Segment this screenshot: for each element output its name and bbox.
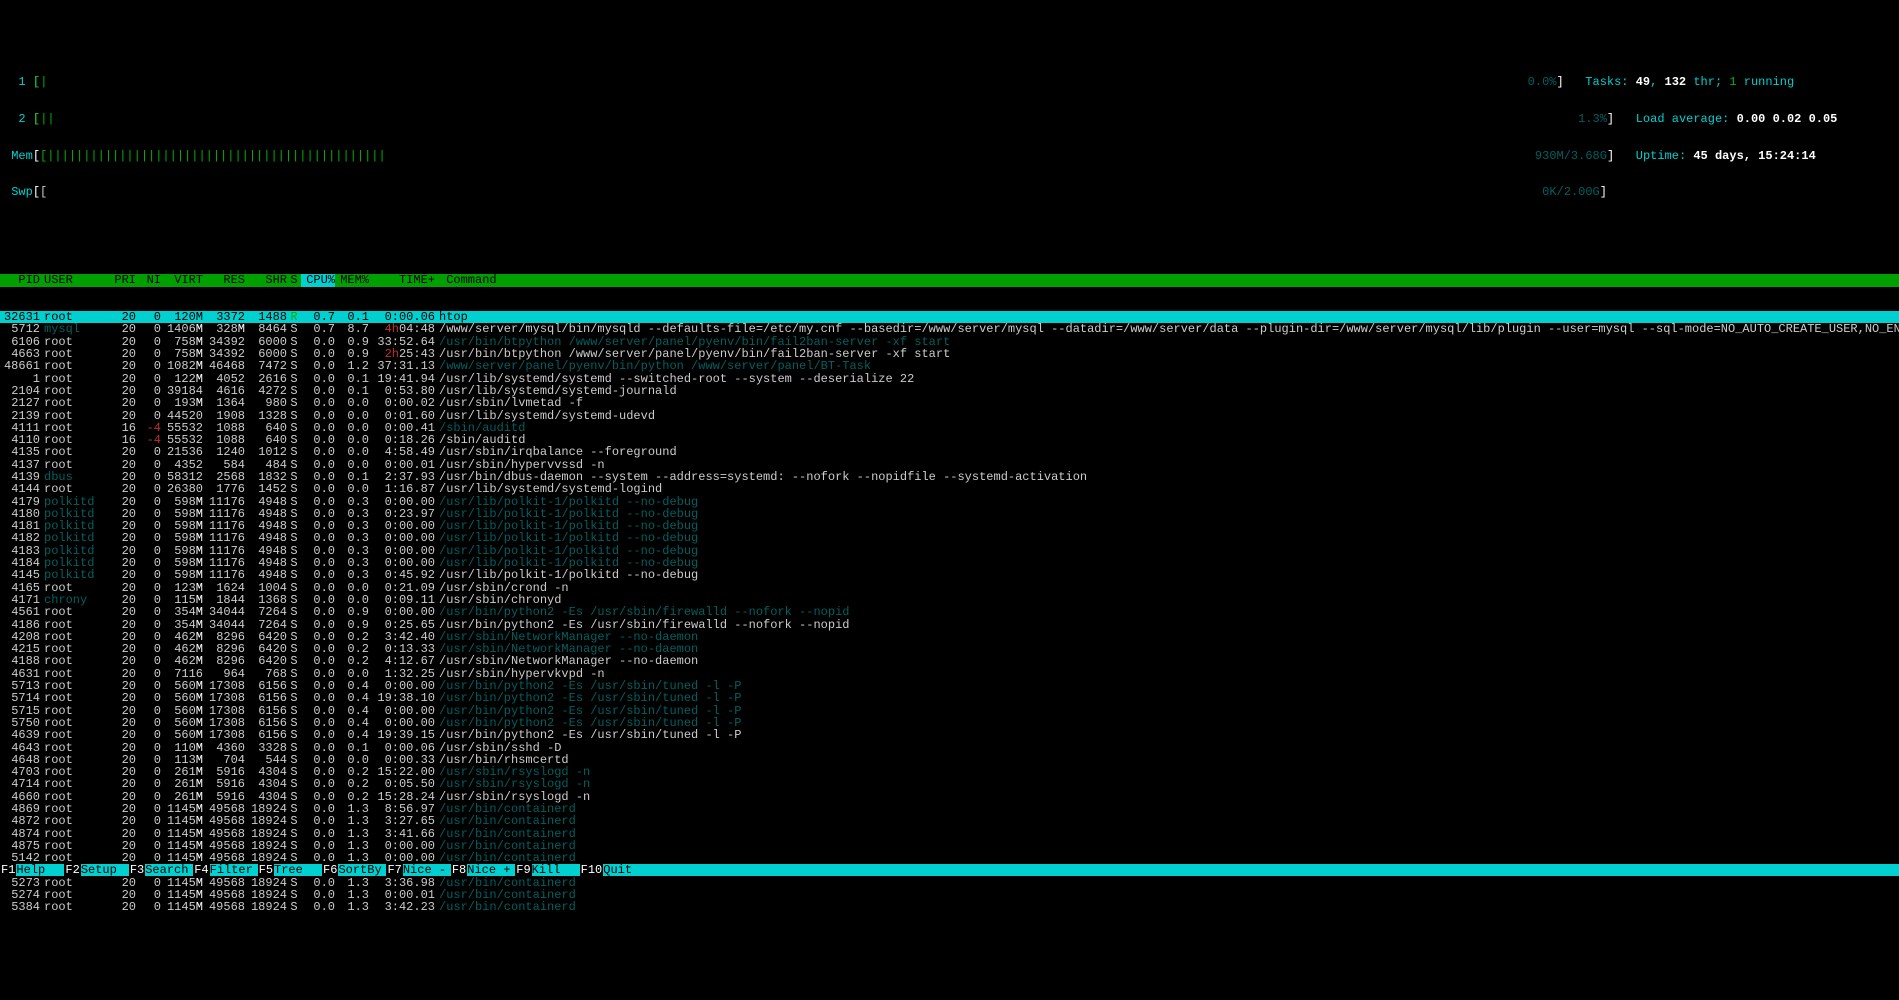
- fkey-f7[interactable]: F7: [386, 864, 402, 876]
- fkey-label[interactable]: Kill: [532, 864, 580, 876]
- fkey-f1[interactable]: F1: [0, 864, 16, 876]
- fkey-f2[interactable]: F2: [64, 864, 80, 876]
- process-row[interactable]: 4639root200560M173086156S0.00.419:39.15/…: [0, 729, 1899, 741]
- col-command[interactable]: Command: [435, 274, 1899, 286]
- col-mem[interactable]: MEM%: [335, 274, 369, 286]
- process-row[interactable]: 4188root200462M82966420S0.00.24:12.67/us…: [0, 655, 1899, 667]
- process-row[interactable]: 5714root200560M173086156S0.00.419:38.10/…: [0, 692, 1899, 704]
- process-row[interactable]: 4135root2002153612401012S0.00.04:58.49/u…: [0, 446, 1899, 458]
- process-row[interactable]: 4643root200110M43603328S0.00.10:00.06/us…: [0, 742, 1899, 754]
- mem-label: Mem: [4, 150, 33, 162]
- swp-label: Swp: [4, 186, 33, 198]
- process-row[interactable]: 4144root2002638017761452S0.00.01:16.87/u…: [0, 483, 1899, 495]
- fkey-f9[interactable]: F9: [515, 864, 531, 876]
- process-row[interactable]: 4872root2001145M4956818924S0.01.33:27.65…: [0, 815, 1899, 827]
- fkey-f4[interactable]: F4: [193, 864, 209, 876]
- fkey-label[interactable]: Nice +: [467, 864, 515, 876]
- fkey-label[interactable]: Tree: [274, 864, 322, 876]
- cpu2-label: 2: [4, 113, 33, 125]
- process-row[interactable]: 4186root200354M340447264S0.00.90:25.65/u…: [0, 619, 1899, 631]
- col-ni[interactable]: NI: [136, 274, 161, 286]
- fkey-f10[interactable]: F10: [580, 864, 604, 876]
- process-row[interactable]: 48661root2001082M464687472S0.01.237:31.1…: [0, 360, 1899, 372]
- column-header[interactable]: PID USER PRI NI VIRT RES SHR S CPU% MEM%…: [0, 274, 1899, 286]
- col-pid[interactable]: PID: [0, 274, 40, 286]
- col-cpu[interactable]: CPU%: [301, 274, 335, 286]
- process-row[interactable]: 5273root2001145M4956818924S0.01.33:36.98…: [0, 877, 1899, 889]
- fkey-f8[interactable]: F8: [451, 864, 467, 876]
- process-row[interactable]: 4714root200261M59164304S0.00.20:05.50/us…: [0, 778, 1899, 790]
- fkey-f6[interactable]: F6: [322, 864, 338, 876]
- process-table[interactable]: 32631root200120M33721488R0.70.10:00.06ht…: [0, 311, 1899, 914]
- col-pri[interactable]: PRI: [106, 274, 136, 286]
- fkey-label[interactable]: Nice -: [403, 864, 451, 876]
- process-row[interactable]: 2127root200193M1364980S0.00.00:00.02/usr…: [0, 397, 1899, 409]
- function-key-bar[interactable]: F1Help F2Setup F3SearchF4FilterF5Tree F6…: [0, 864, 1899, 876]
- fkey-label[interactable]: SortBy: [338, 864, 386, 876]
- fkey-label[interactable]: Quit: [603, 864, 651, 876]
- process-row[interactable]: 5274root2001145M4956818924S0.01.30:00.01…: [0, 889, 1899, 901]
- fkey-label[interactable]: Filter: [210, 864, 258, 876]
- col-s[interactable]: S: [287, 274, 301, 286]
- col-virt[interactable]: VIRT: [161, 274, 203, 286]
- process-row[interactable]: 5712mysql2001406M328M8464S0.78.74h04:48/…: [0, 323, 1899, 335]
- fkey-label[interactable]: Setup: [81, 864, 129, 876]
- fkey-label[interactable]: Search: [145, 864, 193, 876]
- process-row[interactable]: 4561root200354M340447264S0.00.90:00.00/u…: [0, 606, 1899, 618]
- cpu1-label: 1: [4, 76, 33, 88]
- col-shr[interactable]: SHR: [245, 274, 287, 286]
- col-res[interactable]: RES: [203, 274, 245, 286]
- col-time[interactable]: TIME+: [369, 274, 435, 286]
- fkey-f3[interactable]: F3: [129, 864, 145, 876]
- col-user[interactable]: USER: [40, 274, 106, 286]
- fkey-label[interactable]: Help: [16, 864, 64, 876]
- process-row[interactable]: 4182polkitd200598M111764948S0.00.30:00.0…: [0, 532, 1899, 544]
- process-row[interactable]: 4145polkitd200598M111764948S0.00.30:45.9…: [0, 569, 1899, 581]
- process-row[interactable]: 5384root2001145M4956818924S0.01.33:42.23…: [0, 901, 1899, 913]
- process-row[interactable]: 2139root2004452019081328S0.00.00:01.60/u…: [0, 410, 1899, 422]
- fkey-f5[interactable]: F5: [258, 864, 274, 876]
- system-meters: 1 [[| 0.0%] Tasks: 49, 132 thr; 1 runnin…: [0, 49, 1899, 213]
